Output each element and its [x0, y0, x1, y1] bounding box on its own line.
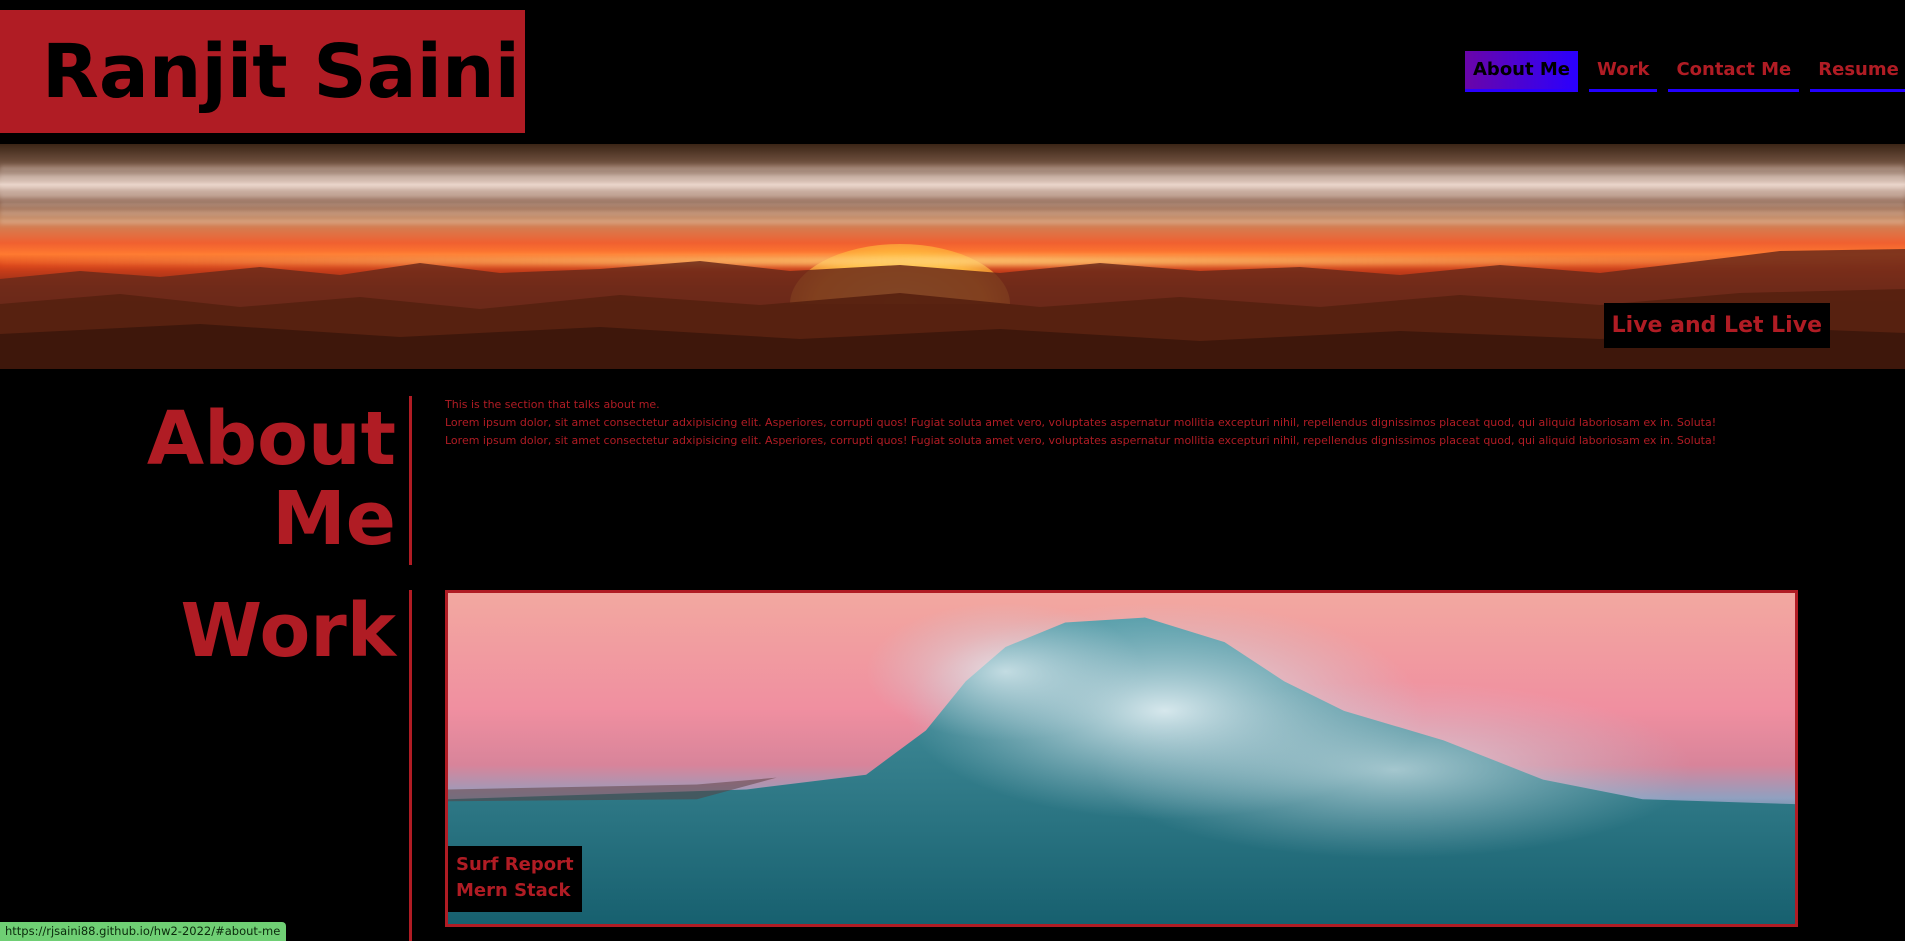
work-card-subtitle: Mern Stack: [456, 879, 571, 901]
about-paragraph: Lorem ipsum dolor, sit amet consectetur …: [445, 416, 1717, 429]
nav-link-about-me[interactable]: About Me: [1465, 51, 1578, 92]
about-divider: [409, 396, 412, 565]
hero-tagline: Live and Let Live: [1603, 303, 1830, 348]
nav-link-contact-me[interactable]: Contact Me: [1668, 51, 1800, 92]
nav-link-resume[interactable]: Resume: [1810, 51, 1905, 92]
work-card-label: Surf Report Mern Stack: [448, 845, 582, 912]
brand-name: Ranjit Saini: [41, 28, 520, 115]
hero-clouds-image: [0, 164, 1905, 224]
browser-status-url: https://rjsaini88.github.io/hw2-2022/#ab…: [0, 922, 287, 941]
about-paragraph: This is the section that talks about me.: [445, 398, 660, 411]
work-card-title: Surf Report: [456, 853, 574, 875]
work-section-title: Work: [180, 588, 396, 674]
about-paragraph: Lorem ipsum dolor, sit amet consectetur …: [445, 434, 1717, 447]
brand-block: Ranjit Saini: [0, 10, 525, 133]
about-section-title: About Me: [96, 399, 396, 562]
nav-link-work[interactable]: Work: [1589, 51, 1658, 92]
wave-image: [448, 602, 1795, 924]
site-header: Ranjit Saini About Me Work Contact Me Re…: [0, 0, 1905, 144]
about-title-line1: About: [146, 396, 396, 482]
about-text: This is the section that talks about me.…: [445, 396, 1716, 450]
main-nav: About Me Work Contact Me Resume: [1465, 51, 1905, 92]
work-divider: [409, 590, 412, 941]
hero-banner: Live and Let Live: [0, 144, 1905, 369]
about-title-line2: Me: [272, 475, 396, 562]
work-card-surf-report[interactable]: Surf Report Mern Stack: [445, 590, 1798, 927]
